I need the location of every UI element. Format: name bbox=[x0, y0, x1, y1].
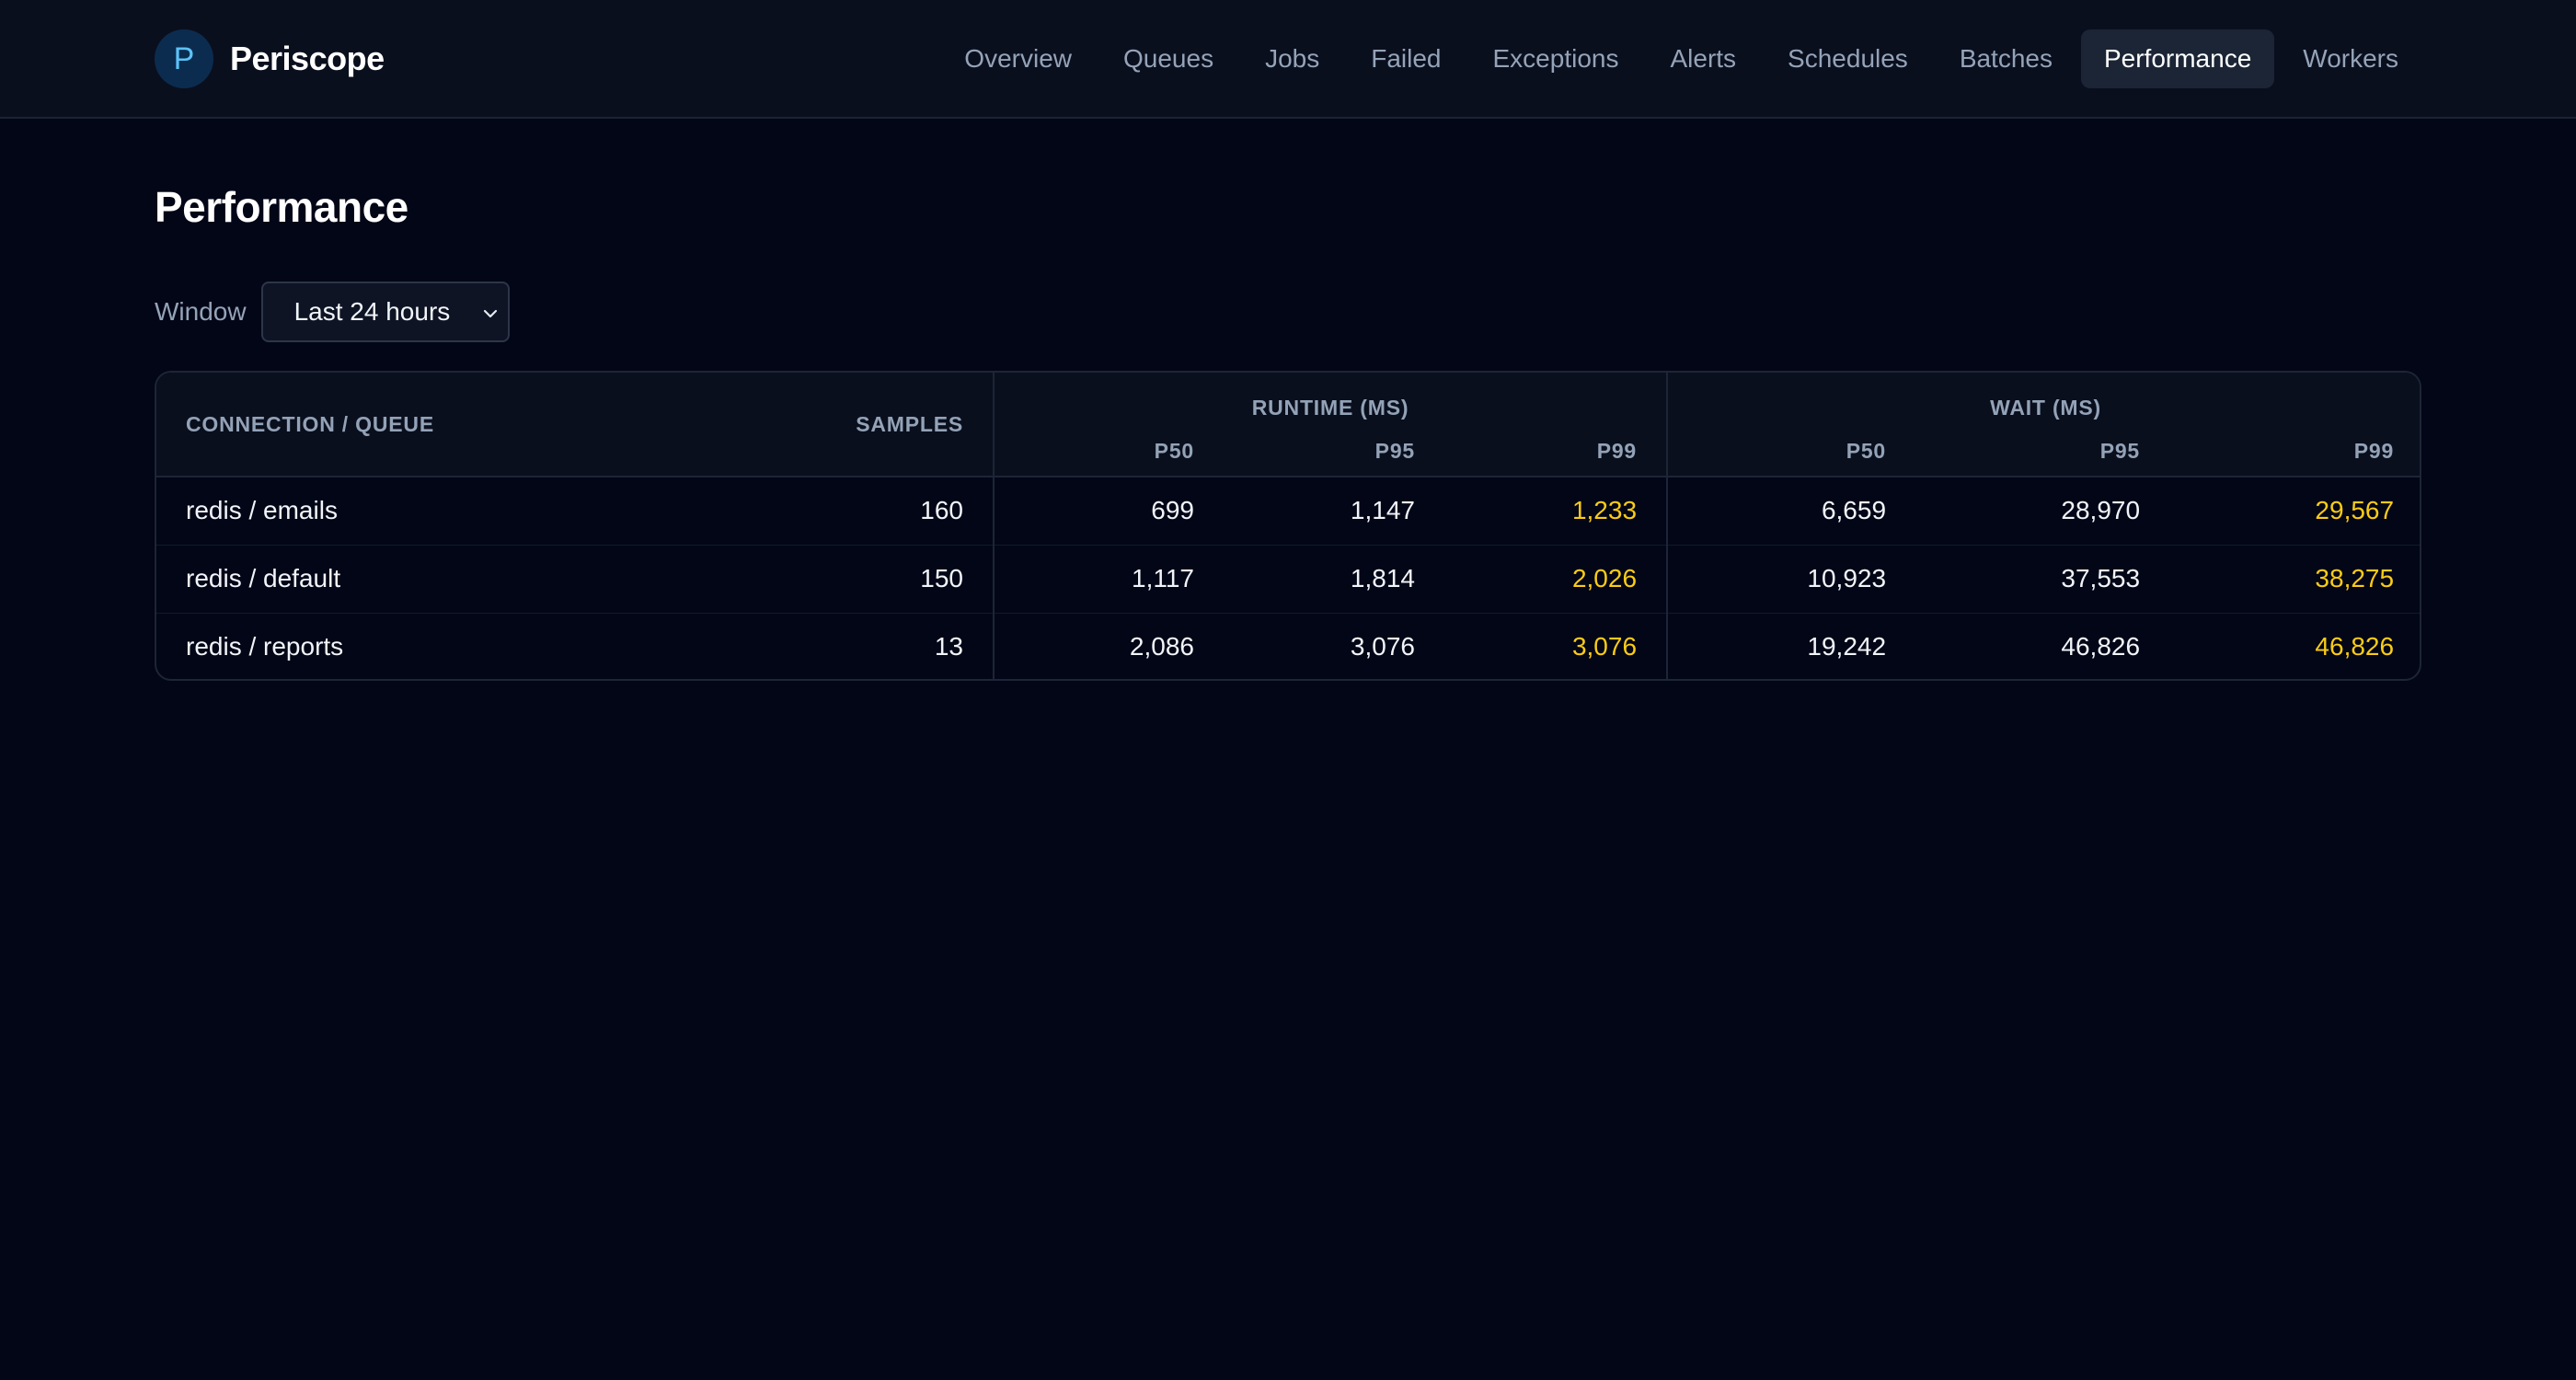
runtime-p99-cell: 2,026 bbox=[1444, 544, 1669, 613]
wait-p95-cell: 28,970 bbox=[2061, 496, 2141, 525]
page-title: Performance bbox=[155, 183, 408, 231]
column-header-runtime-p50: P50 bbox=[994, 424, 1224, 477]
performance-table: Connection / Queue Samples Runtime (ms) … bbox=[156, 373, 2420, 679]
chevron-down-icon bbox=[483, 309, 497, 318]
runtime-p95-cell: 1,147 bbox=[1350, 496, 1415, 525]
wait-p50-cell: 19,242 bbox=[1667, 612, 1916, 679]
wait-p99-cell: 38,275 bbox=[2169, 544, 2420, 613]
column-group-runtime: Runtime (ms) bbox=[994, 373, 1669, 424]
nav-item-schedules[interactable]: Schedules bbox=[1765, 29, 1931, 88]
samples-cell: 150 bbox=[653, 544, 995, 613]
column-header-wait-p95: P95 bbox=[1915, 424, 2170, 477]
column-header-wait-p50: P50 bbox=[1667, 424, 1916, 477]
runtime-p95-cell: 1,814 bbox=[1224, 544, 1444, 613]
runtime-p95-cell: 3,076 bbox=[1224, 612, 1444, 679]
nav-item-workers[interactable]: Workers bbox=[2280, 29, 2421, 88]
main-nav: Overview Queues Jobs Failed Exceptions A… bbox=[936, 29, 2421, 88]
runtime-p99-cell: 3,076 bbox=[1444, 612, 1669, 679]
performance-table-card: Connection / Queue Samples Runtime (ms) … bbox=[155, 371, 2421, 681]
runtime-p50-cell: 699 bbox=[1151, 496, 1194, 525]
top-navigation-bar: P Periscope Overview Queues Jobs Failed … bbox=[0, 0, 2576, 119]
column-header-samples: Samples bbox=[653, 373, 995, 477]
nav-item-overview[interactable]: Overview bbox=[941, 29, 1095, 88]
column-header-runtime-p99: P99 bbox=[1444, 424, 1669, 477]
table-row: redis / emails 160 699 1,147 1,233 6,659… bbox=[156, 477, 2420, 545]
samples-cell: 160 bbox=[653, 477, 995, 545]
brand-name: Periscope bbox=[230, 40, 385, 77]
wait-p50-cell: 6,659 bbox=[1821, 496, 1887, 525]
wait-p50-cell: 10,923 bbox=[1667, 544, 1916, 613]
wait-p95-cell: 37,553 bbox=[1915, 544, 2170, 613]
window-select[interactable]: Last 24 hours bbox=[260, 282, 510, 342]
table-row: redis / default 150 1,117 1,814 2,026 10… bbox=[156, 544, 2420, 613]
queue-name: redis / emails bbox=[186, 496, 338, 525]
samples-cell: 13 bbox=[653, 612, 995, 679]
queue-name: redis / default bbox=[156, 544, 653, 613]
queue-name: redis / reports bbox=[156, 612, 653, 679]
column-header-connection: Connection / Queue bbox=[156, 373, 653, 477]
wait-p95-cell: 46,826 bbox=[1915, 612, 2170, 679]
nav-item-jobs[interactable]: Jobs bbox=[1242, 29, 1342, 88]
window-label: Window bbox=[155, 297, 247, 326]
column-header-wait-p99: P99 bbox=[2169, 424, 2420, 477]
nav-item-batches[interactable]: Batches bbox=[1937, 29, 2076, 88]
runtime-p99-cell: 1,233 bbox=[1444, 477, 1669, 545]
column-group-wait: Wait (ms) bbox=[1990, 396, 2101, 420]
table-row: redis / reports 13 2,086 3,076 3,076 19,… bbox=[156, 612, 2420, 679]
column-header-runtime-p95: P95 bbox=[1224, 424, 1444, 477]
window-filter: Window Last 24 hours bbox=[155, 282, 510, 342]
runtime-p50-cell: 1,117 bbox=[994, 544, 1224, 613]
wait-p99-cell: 29,567 bbox=[2315, 496, 2395, 525]
nav-item-exceptions[interactable]: Exceptions bbox=[1470, 29, 1642, 88]
nav-item-alerts[interactable]: Alerts bbox=[1647, 29, 1759, 88]
brand-logo: P bbox=[155, 29, 213, 88]
brand[interactable]: P Periscope bbox=[155, 29, 385, 88]
nav-item-failed[interactable]: Failed bbox=[1348, 29, 1464, 88]
runtime-p50-cell: 2,086 bbox=[994, 612, 1224, 679]
window-selected-value: Last 24 hours bbox=[293, 297, 451, 326]
nav-item-performance[interactable]: Performance bbox=[2080, 29, 2275, 88]
wait-p99-cell: 46,826 bbox=[2169, 612, 2420, 679]
nav-item-queues[interactable]: Queues bbox=[1100, 29, 1236, 88]
